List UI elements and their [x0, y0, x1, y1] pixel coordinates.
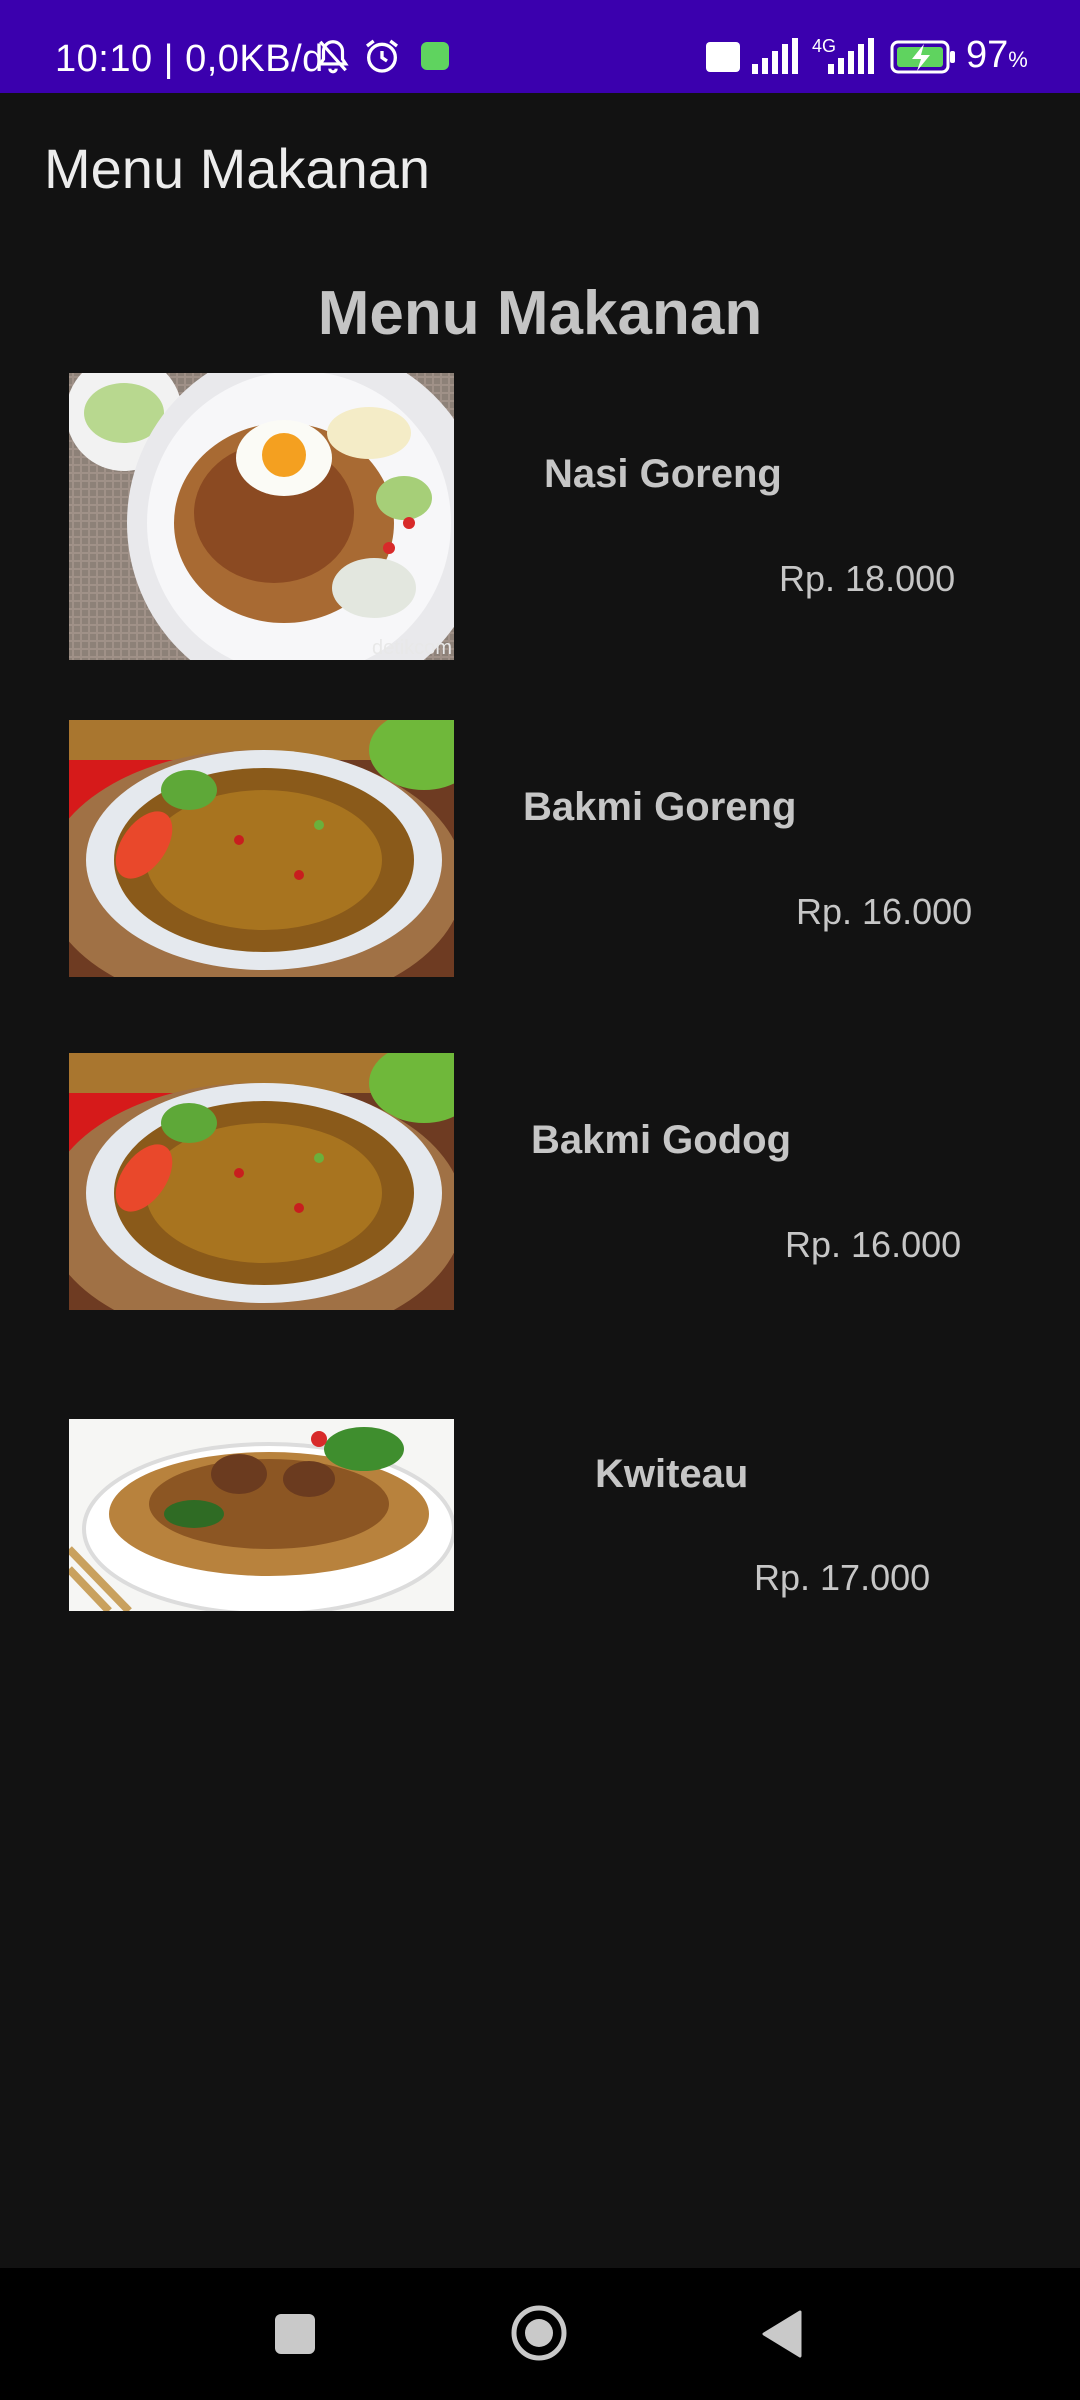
app-notification-icon	[421, 42, 449, 70]
menu-item-price: Rp. 16.000	[796, 891, 973, 932]
back-triangle-icon[interactable]	[760, 2310, 804, 2358]
volte-icon	[706, 42, 740, 72]
battery-percent: 97%	[966, 34, 1028, 76]
image-watermark: detikcom	[371, 637, 452, 659]
nasi-goreng-image: detikcom	[69, 373, 454, 660]
recents-square-icon[interactable]	[275, 2314, 315, 2354]
toolbar-title: Menu Makanan	[44, 137, 431, 200]
battery-charging-icon	[890, 40, 955, 74]
menu-item-name: Bakmi Goreng	[523, 785, 797, 829]
kwiteau-image	[69, 1419, 454, 1611]
signal-strength-icon	[752, 38, 798, 74]
menu-item-name: Kwiteau	[595, 1452, 749, 1496]
menu-item-price: Rp. 16.000	[785, 1224, 962, 1265]
home-circle-icon[interactable]	[510, 2304, 568, 2362]
menu-item-price: Rp. 18.000	[779, 558, 956, 599]
menu-item-name: Bakmi Godog	[531, 1118, 792, 1162]
menu-item-name: Nasi Goreng	[544, 452, 782, 496]
status-bar: 10:10 | 0,0KB/d 4G 97%	[0, 0, 1080, 93]
bell-muted-icon	[317, 40, 349, 74]
signal-strength-2-icon	[828, 38, 874, 74]
menu-item-price: Rp. 17.000	[754, 1557, 931, 1598]
bakmi-godog-image	[69, 1053, 454, 1310]
bakmi-goreng-image	[69, 720, 454, 977]
page-title: Menu Makanan	[317, 279, 763, 348]
alarm-icon	[366, 39, 398, 73]
status-time: 10:10 | 0,0KB/d	[55, 38, 324, 80]
navigation-bar	[0, 2268, 1080, 2400]
